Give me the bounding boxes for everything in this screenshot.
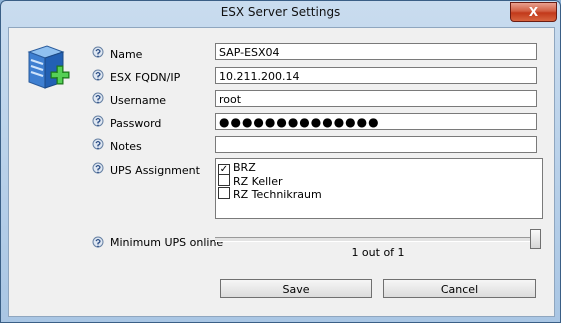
notes-field[interactable] <box>215 136 537 153</box>
min-ups-value: 1 out of 1 <box>351 246 405 259</box>
password-label: Password <box>110 117 162 130</box>
title-bar[interactable]: ESX Server Settings X <box>1 1 560 25</box>
name-field[interactable]: SAP-ESX04 <box>215 43 537 60</box>
esx-settings-dialog: ESX Server Settings X Name SAP-ESX04 ESX… <box>0 0 561 323</box>
username-label: Username <box>110 94 167 107</box>
help-icon[interactable] <box>91 92 105 106</box>
ups-item-label: BRZ <box>233 161 256 174</box>
checkbox-rz-technikraum[interactable] <box>218 187 230 199</box>
ups-item-brz[interactable]: ✓ BRZ <box>218 161 256 176</box>
server-add-icon <box>27 45 70 89</box>
ups-assignment-list[interactable]: ✓ BRZ RZ Keller RZ Technikraum <box>215 158 543 219</box>
fqdn-label: ESX FQDN/IP <box>110 71 181 84</box>
fqdn-field[interactable]: 10.211.200.14 <box>215 67 537 84</box>
help-icon[interactable] <box>91 115 105 129</box>
password-field[interactable]: ●●●●●●●●●●●●●● <box>215 113 537 130</box>
ups-item-rz-technikraum[interactable]: RZ Technikraum <box>218 187 322 201</box>
ups-item-label: RZ Technikraum <box>233 188 322 201</box>
ups-item-rz-keller[interactable]: RZ Keller <box>218 174 283 188</box>
help-icon[interactable] <box>91 162 105 176</box>
min-ups-label: Minimum UPS online <box>110 236 224 249</box>
window-title: ESX Server Settings <box>220 5 341 19</box>
ups-assignment-label: UPS Assignment <box>110 164 200 177</box>
username-field[interactable]: root <box>215 90 537 107</box>
save-button[interactable]: Save <box>220 279 372 298</box>
checkbox-rz-keller[interactable] <box>218 174 230 186</box>
notes-label: Notes <box>110 140 142 153</box>
close-button[interactable]: X <box>510 2 557 22</box>
min-ups-slider-track[interactable] <box>215 237 537 242</box>
name-label: Name <box>110 48 143 61</box>
dialog-body: Name SAP-ESX04 ESX FQDN/IP 10.211.200.14… <box>8 27 555 317</box>
help-icon[interactable] <box>91 138 105 152</box>
help-icon[interactable] <box>91 69 105 83</box>
help-icon[interactable] <box>91 236 105 250</box>
help-icon[interactable] <box>91 46 105 60</box>
cancel-button[interactable]: Cancel <box>383 279 536 298</box>
